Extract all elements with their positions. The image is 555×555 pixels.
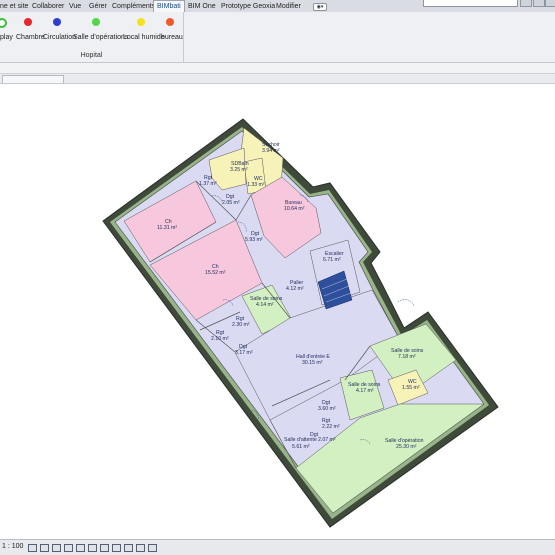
tab-prototype-geoxia[interactable]: Prototype Geoxia: [221, 1, 275, 12]
label-rgt-4-area: 2.22 m²: [322, 424, 340, 430]
label-dgt-5-area: 5.61 m²: [292, 444, 310, 450]
label-salle-operation-area: 25.30 m²: [396, 444, 417, 450]
account-icon[interactable]: [545, 0, 555, 7]
label-sdbain-area: 3.25 m²: [230, 167, 248, 173]
show-crop-icon[interactable]: [100, 544, 109, 552]
lock-3d-icon[interactable]: [112, 544, 121, 552]
label-dgt-1-area: 2.05 m²: [222, 200, 240, 206]
bureau-icon[interactable]: [166, 18, 174, 26]
shadows-icon[interactable]: [64, 544, 73, 552]
reveal-hidden-icon[interactable]: [136, 544, 145, 552]
tab-complements[interactable]: Compléments: [112, 1, 155, 12]
tab-gerer[interactable]: Gérer: [89, 1, 107, 12]
search-icon[interactable]: [520, 0, 532, 7]
label-rgt-3-area: 2.10 m²: [211, 336, 229, 342]
crop-view-icon[interactable]: [88, 544, 97, 552]
drawing-canvas[interactable]: Séchoir 3.94 m² SDBain 3.25 m² WC 1.33 m…: [0, 84, 555, 539]
display-button[interactable]: play: [0, 34, 13, 41]
temporary-properties-icon[interactable]: [148, 544, 157, 552]
label-palier-area: 4.12 m²: [286, 286, 304, 292]
tab-options-icon[interactable]: ◉▾: [313, 3, 327, 11]
search-input[interactable]: [423, 0, 518, 7]
label-dgt-5-name: Dgt: [310, 432, 319, 438]
scale-readout[interactable]: 1 : 100: [2, 543, 23, 550]
floor-plan[interactable]: Séchoir 3.94 m² SDBain 3.25 m² WC 1.33 m…: [0, 84, 555, 539]
label-ch-2-area: 15.52 m²: [205, 270, 226, 276]
chambre-button[interactable]: Chambre: [16, 34, 45, 41]
label-bureau-area: 10.64 m²: [284, 206, 305, 212]
render-icon[interactable]: [76, 544, 85, 552]
view-control-bar: 1 : 100: [0, 539, 555, 555]
bureau-button[interactable]: bureau: [161, 34, 183, 41]
help-icon[interactable]: [533, 0, 545, 7]
tab-site[interactable]: ne et site: [0, 1, 28, 12]
tab-bim-one[interactable]: BIM One: [188, 1, 216, 12]
label-wc-upper-area: 1.33 m²: [247, 182, 265, 188]
label-salle-soins-1-area: 4.14 m²: [256, 302, 274, 308]
circulation-icon[interactable]: [53, 18, 61, 26]
local-humide-icon[interactable]: [137, 18, 145, 26]
label-salle-soins-2-area: 7.18 m²: [398, 354, 416, 360]
local-humide-button[interactable]: Local humide: [123, 34, 165, 41]
label-sechoir-area: 3.94 m²: [262, 148, 280, 154]
label-hall-area: 30.15 m²: [302, 360, 323, 366]
salle-operations-button[interactable]: Salle d'opérations: [73, 34, 128, 41]
tab-collaborer[interactable]: Collaborer: [32, 1, 64, 12]
view-tab[interactable]: [2, 75, 64, 83]
label-escalier-area: 6.71 m²: [323, 257, 341, 263]
label-salle-attente-area: 2.07 m²: [318, 437, 336, 443]
ribbon-panel: play Chambre Circulation Salle d'opérati…: [0, 12, 555, 63]
display-icon[interactable]: [0, 18, 7, 28]
label-dgt-3-area: 3.17 m²: [235, 350, 253, 356]
label-dgt-4-area: 3.60 m²: [318, 406, 336, 412]
ribbon-group-label: Hopital: [80, 52, 103, 59]
view-tab-strip: [0, 74, 555, 84]
ribbon-group-hopital: play Chambre Circulation Salle d'opérati…: [0, 12, 184, 62]
visual-style-icon[interactable]: [40, 544, 49, 552]
label-rgt-1-area: 1.37 m²: [199, 181, 217, 187]
label-salle-soins-3-area: 4.17 m²: [356, 388, 374, 394]
hide-isolate-icon[interactable]: [124, 544, 133, 552]
sun-path-icon[interactable]: [52, 544, 61, 552]
label-dgt-2-area: 5.93 m²: [245, 237, 263, 243]
tab-modifier[interactable]: Modifier: [276, 1, 301, 12]
salle-operations-icon[interactable]: [92, 18, 100, 26]
label-wc-lower-area: 1.55 m²: [402, 385, 420, 391]
label-ch-1-area: 11.31 m²: [157, 225, 177, 231]
label-rgt-2-area: 2.30 m²: [232, 322, 250, 328]
circulation-button[interactable]: Circulation: [43, 34, 76, 41]
options-bar: [0, 63, 555, 74]
detail-level-icon[interactable]: [28, 544, 37, 552]
chambre-icon[interactable]: [24, 18, 32, 26]
tab-vue[interactable]: Vue: [69, 1, 81, 12]
